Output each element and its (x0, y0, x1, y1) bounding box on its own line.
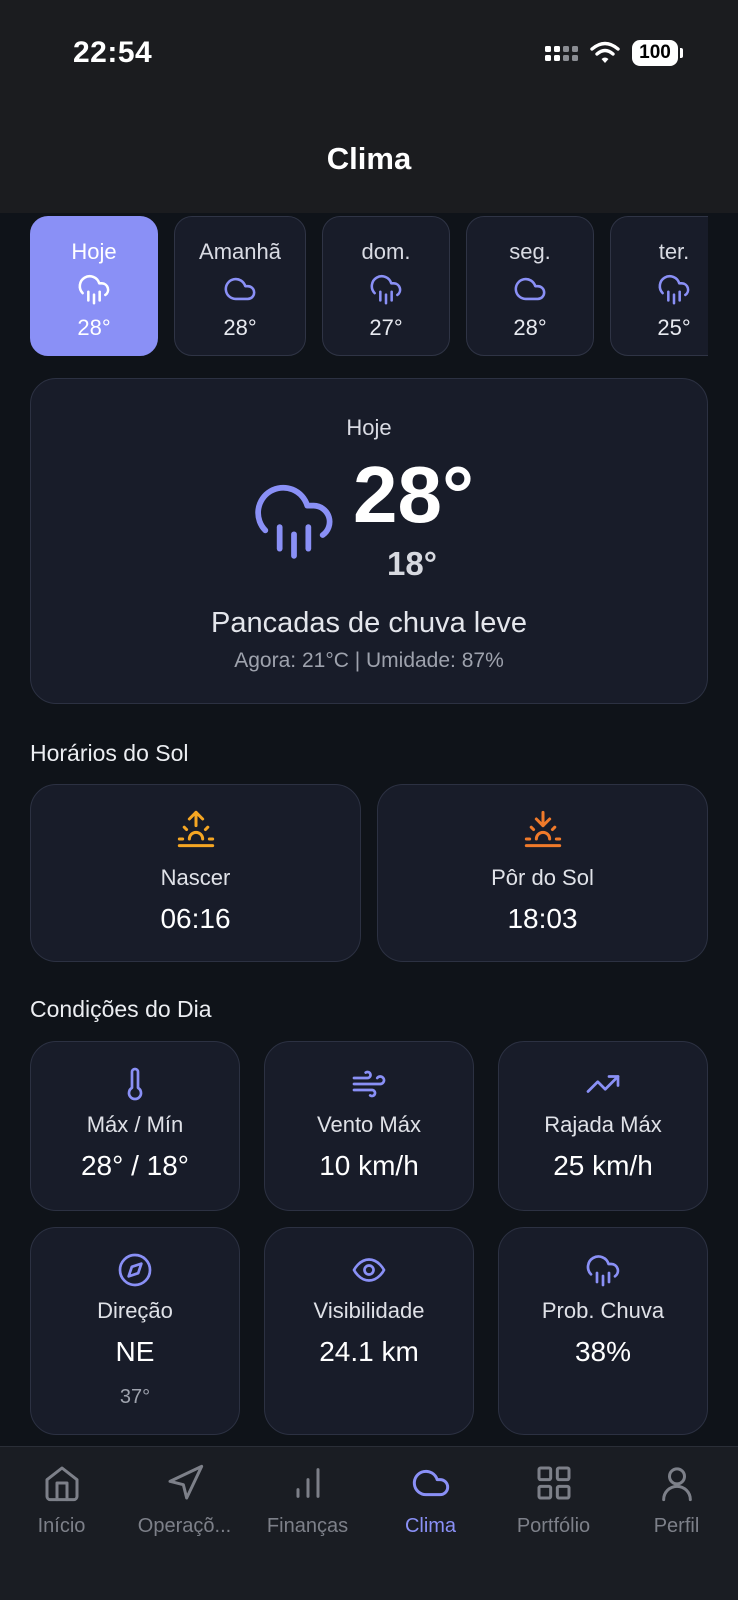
day-label: dom. (361, 239, 411, 264)
day-tab-today[interactable]: Hoje 28° (30, 216, 158, 356)
condition-value: 38% (574, 1336, 632, 1367)
trending-up-icon (586, 1075, 620, 1093)
condition-label: Direção (97, 1298, 173, 1323)
condition-card-gust: Rajada Máx 25 km/h (498, 1041, 708, 1211)
tab-portfolio[interactable]: Portfólio (492, 1447, 615, 1557)
sunrise-time: 06:16 (160, 903, 231, 934)
condition-label: Prob. Chuva (541, 1298, 665, 1323)
condition-label: Máx / Mín (86, 1112, 184, 1137)
day-label: Hoje (71, 239, 117, 264)
day-selector: Hoje 28° Amanhã 28° dom. 27° seg. 28° te… (30, 216, 708, 358)
status-bar: 22:54 100 (0, 0, 738, 105)
sunrise-card: Nascer 06:16 (30, 784, 361, 962)
condition-card-max-min: Máx / Mín 28° / 18° (30, 1041, 240, 1211)
sunset-card: Pôr do Sol 18:03 (377, 784, 708, 962)
condition-value: 25 km/h (553, 1150, 653, 1181)
cloud-rain-icon (78, 274, 110, 305)
condition-value: NE (115, 1336, 155, 1367)
day-tab-monday[interactable]: seg. 28° (466, 216, 594, 356)
tab-perfil[interactable]: Perfil (615, 1447, 738, 1557)
grid-icon (537, 1466, 570, 1500)
sunset-label: Pôr do Sol (491, 865, 594, 890)
cloud-icon (514, 277, 546, 301)
tab-label: Operaçõ... (137, 1515, 232, 1537)
cellular-signal-icon (545, 45, 578, 61)
day-tab-sunday[interactable]: dom. 27° (322, 216, 450, 356)
day-label: ter. (658, 239, 690, 264)
condition-card-visibility: Visibilidade 24.1 km (264, 1227, 474, 1435)
day-temp: 28° (223, 315, 257, 340)
compass-icon (118, 1253, 152, 1287)
day-tab-tuesday[interactable]: ter. 25° (610, 216, 708, 356)
condition-value: 24.1 km (319, 1336, 419, 1367)
condition-value: 10 km/h (319, 1150, 419, 1181)
day-temp: 27° (369, 315, 403, 340)
cloud-rain-icon (586, 1255, 620, 1287)
condition-card-wind: Vento Máx 10 km/h (264, 1041, 474, 1211)
sun-section-title: Horários do Sol (30, 740, 189, 766)
tab-financas[interactable]: Finanças (246, 1447, 369, 1557)
wifi-icon (590, 41, 620, 63)
wind-icon (352, 1070, 386, 1098)
current-conditions: Agora: 21°C | Umidade: 87% (234, 649, 504, 672)
sunrise-label: Nascer (160, 865, 231, 890)
condition-label: Visibilidade (313, 1298, 425, 1323)
sunrise-icon (177, 810, 214, 848)
day-label: Amanhã (199, 239, 281, 264)
tab-clima[interactable]: Clima (369, 1447, 492, 1557)
status-time: 22:54 (73, 36, 153, 69)
condition-value: 28° / 18° (80, 1150, 190, 1181)
bar-chart-icon (296, 1468, 319, 1498)
user-icon (661, 1467, 692, 1502)
navigation-icon (168, 1464, 203, 1500)
tab-label: Perfil (653, 1515, 700, 1537)
home-icon (45, 1466, 78, 1502)
bottom-tab-bar: Início Operaçõ... Finanças Clima Portfól… (0, 1446, 738, 1600)
tab-label: Clima (404, 1515, 457, 1537)
thermometer-icon (127, 1067, 143, 1101)
condition-card-direction: Direção NE 37° (30, 1227, 240, 1435)
condition-card-rain-prob: Prob. Chuva 38% (498, 1227, 708, 1435)
day-temp: 28° (77, 315, 111, 340)
tab-label: Finanças (266, 1515, 349, 1537)
weather-description: Pancadas de chuva leve (211, 607, 527, 639)
conditions-section-title: Condições do Dia (30, 996, 212, 1022)
day-temp: 28° (513, 315, 547, 340)
eye-icon (352, 1258, 386, 1282)
today-max-temp: 28° (353, 450, 474, 539)
tab-inicio[interactable]: Início (0, 1447, 123, 1557)
cloud-rain-icon (658, 274, 690, 305)
page-header: Clima (0, 105, 738, 213)
sunset-icon (524, 810, 561, 848)
page-title: Clima (326, 141, 412, 176)
tab-label: Início (37, 1515, 86, 1537)
today-min-temp: 18° (387, 545, 437, 582)
today-weather-card: Hoje 28° 18° Pancadas de chuva leve Agor… (30, 378, 708, 704)
cloud-rain-icon (370, 274, 402, 305)
cloud-icon (224, 277, 256, 301)
condition-label: Vento Máx (317, 1112, 421, 1137)
day-label: seg. (509, 239, 551, 264)
tab-label: Portfólio (516, 1515, 591, 1537)
condition-label: Rajada Máx (544, 1112, 662, 1137)
cloud-icon (412, 1469, 449, 1497)
day-tab-tomorrow[interactable]: Amanhã 28° (174, 216, 306, 356)
tab-operacoes[interactable]: Operaçõ... (123, 1447, 246, 1557)
cloud-rain-icon (255, 484, 333, 559)
sunset-time: 18:03 (507, 903, 578, 934)
battery-indicator: 100 (632, 40, 683, 66)
today-label: Hoje (346, 415, 392, 440)
condition-subvalue: 37° (119, 1386, 151, 1408)
day-temp: 25° (657, 315, 691, 340)
status-icons: 100 (545, 40, 683, 66)
